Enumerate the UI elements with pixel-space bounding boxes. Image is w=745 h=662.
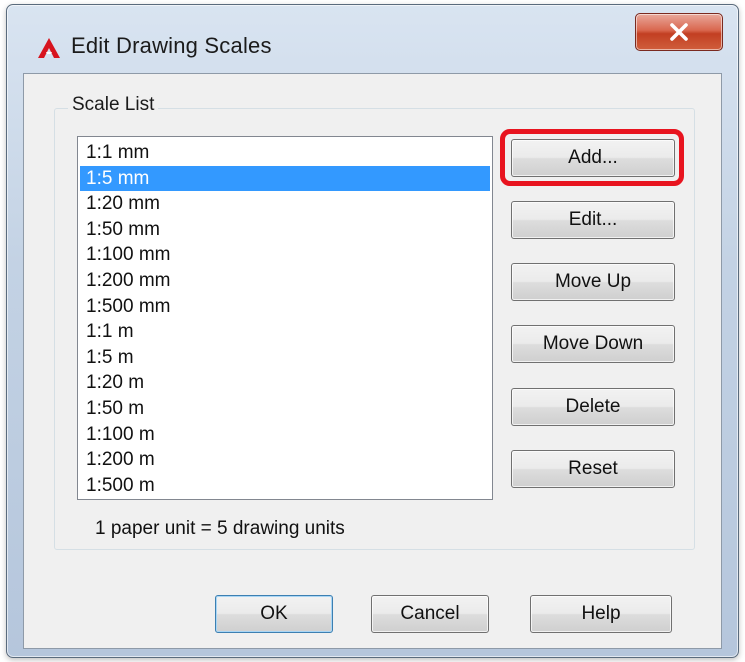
scale-list-item[interactable]: 1:500 mm xyxy=(80,294,490,320)
delete-button[interactable]: Delete xyxy=(511,388,675,426)
cancel-button[interactable]: Cancel xyxy=(371,595,489,633)
scale-list-item[interactable]: 1:500 m xyxy=(80,473,490,499)
scale-status-text: 1 paper unit = 5 drawing units xyxy=(95,518,345,539)
help-button[interactable]: Help xyxy=(530,595,672,633)
scale-list-item[interactable]: 1:200 mm xyxy=(80,268,490,294)
scale-list-item[interactable]: 1:1 mm xyxy=(80,140,490,166)
add-button[interactable]: Add... xyxy=(511,139,675,177)
scale-list-item[interactable]: 1:100 m xyxy=(80,422,490,448)
title-bar[interactable]: Edit Drawing Scales xyxy=(7,5,738,77)
edit-button[interactable]: Edit... xyxy=(511,201,675,239)
scale-list-item[interactable]: 1:200 m xyxy=(80,447,490,473)
scale-list-item[interactable]: 1:50 mm xyxy=(80,217,490,243)
move-down-button[interactable]: Move Down xyxy=(511,325,675,363)
scale-list-item[interactable]: 1:50 m xyxy=(80,396,490,422)
scale-list-item[interactable]: 1:5 mm xyxy=(80,165,490,192)
dialog-window: Edit Drawing Scales Scale List 1:1 mm 1:5… xyxy=(6,4,739,658)
scale-listbox[interactable]: 1:1 mm 1:5 mm 1:20 mm 1:50 mm 1:100 mm 1:200 … xyxy=(77,136,493,500)
scale-list-item[interactable]: 1:20 mm xyxy=(80,191,490,217)
group-title: Scale List xyxy=(68,94,159,116)
autocad-a-icon xyxy=(37,37,60,59)
scale-list-item[interactable]: 1:20 m xyxy=(80,370,490,396)
scale-list-item[interactable]: 1:5 m xyxy=(80,345,490,371)
dialog-client-area: Scale List 1:1 mm 1:5 mm 1:20 mm 1:50 mm 1:1… xyxy=(23,73,722,649)
close-button[interactable] xyxy=(635,13,723,51)
dialog-title: Edit Drawing Scales xyxy=(71,33,272,58)
close-x-icon xyxy=(669,23,689,41)
scale-list-item[interactable]: 1:100 mm xyxy=(80,242,490,268)
reset-button[interactable]: Reset xyxy=(511,450,675,488)
ok-button[interactable]: OK xyxy=(215,595,333,633)
scale-list-item[interactable]: 1:1 m xyxy=(80,319,490,345)
move-up-button[interactable]: Move Up xyxy=(511,263,675,301)
